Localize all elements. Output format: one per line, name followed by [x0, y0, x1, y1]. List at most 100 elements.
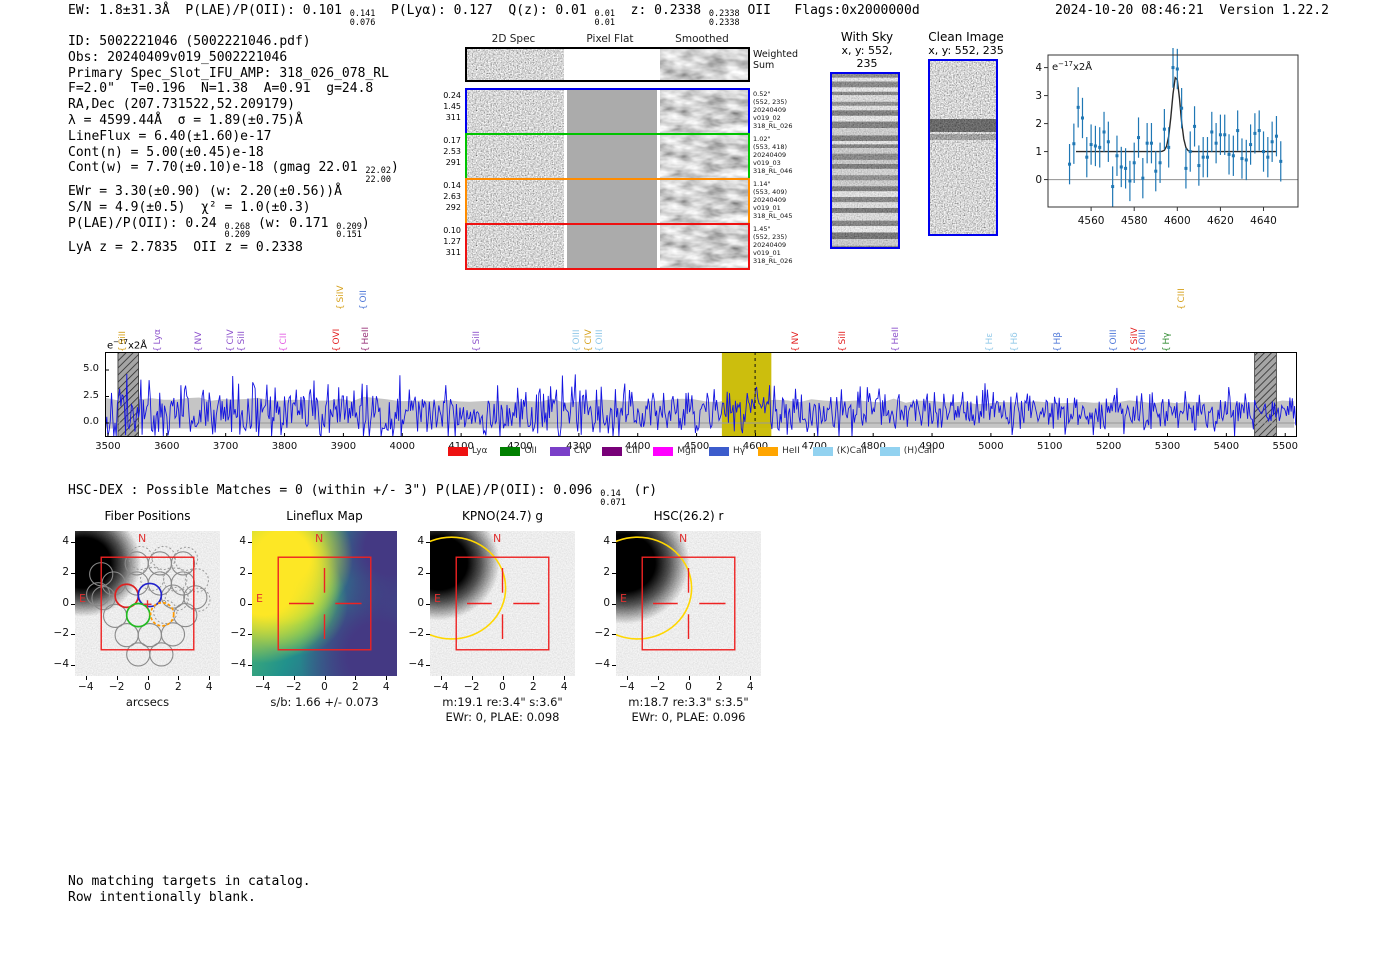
x-tick-label: 3700	[212, 441, 239, 452]
cutout-x-tick: 4	[382, 681, 390, 693]
cutout-y-tick: −2	[53, 627, 69, 640]
noise-image	[467, 135, 564, 178]
legend-swatch	[758, 446, 779, 456]
compass-east: E	[434, 592, 441, 605]
legend-item: (H)CaII	[879, 446, 935, 456]
text-segment: P(LAE)/P(OII): 0.24	[68, 215, 225, 231]
emission-line-label: { OIII	[571, 329, 582, 352]
compass-north: N	[493, 532, 502, 545]
cutout-x-tick: −2	[108, 681, 125, 693]
info-line: Cont(n) = 5.00(±0.45)e-18	[68, 145, 399, 161]
text-segment: (w: 0.171	[250, 215, 337, 231]
cutout-y-tick: −4	[53, 658, 69, 671]
svg-text:3: 3	[1036, 90, 1042, 102]
compass-east: E	[256, 592, 263, 605]
cutout-x-tick: −2	[463, 681, 480, 693]
emission-line-label: { SiII	[118, 330, 129, 352]
footer-line-1: No matching targets in catalog.	[68, 874, 311, 889]
noise-image	[660, 49, 748, 80]
super-sub-values: 22.02 22.00	[365, 166, 392, 185]
x-tick-mark	[471, 676, 473, 680]
super-sub-values: 0.2338 0.2338	[708, 9, 740, 28]
text-segment: F=2.0" T=0.196 N=1.38 A=0.91 g=24.8	[68, 81, 374, 97]
legend-swatch	[879, 446, 900, 456]
cutout-y-tick: −2	[594, 627, 610, 640]
emission-line-label: { NV	[193, 331, 204, 352]
text-segment: LineFlux = 6.40(±1.60)e-17	[68, 128, 272, 144]
compass-north: N	[679, 532, 688, 545]
x-tick-mark	[355, 676, 357, 680]
line-zoom-chart: 4560 4580 4600 4620 4640 0 1 2 3 4 e−17x2Å	[1036, 48, 1299, 227]
svg-text:4600: 4600	[1164, 215, 1191, 227]
spec2d-row	[465, 88, 750, 135]
spec2d-grid: 2D Spec Pixel Flat Smoothed Weighted Sum 0.2…	[443, 33, 815, 273]
legend-label: (K)CaII	[836, 446, 867, 456]
emission-line-label: { OIII	[1108, 329, 1119, 352]
spec2d-cell	[567, 135, 657, 178]
x-tick-mark	[502, 676, 504, 680]
x-tick-mark	[209, 676, 211, 680]
x-tick-mark	[85, 676, 87, 680]
dark-band	[930, 119, 996, 132]
svg-text:1: 1	[1036, 146, 1042, 158]
cutout-image-hsc: NE	[616, 531, 761, 676]
spec2d-col-header: Pixel Flat	[586, 33, 634, 45]
compass-east: E	[620, 592, 627, 605]
axis-units-part: x2Å	[127, 340, 148, 352]
cutout-y-tick: 2	[62, 565, 69, 578]
clean-image-title: Clean Image	[928, 30, 1004, 44]
legend-swatch	[812, 446, 833, 456]
cutout-y-tick: −4	[408, 658, 424, 671]
noise-image	[660, 90, 748, 133]
emission-line-label: { SiII	[236, 330, 247, 352]
noise-image	[467, 180, 564, 223]
spec2d-row	[465, 178, 750, 225]
legend-swatch	[448, 446, 468, 456]
x-tick-mark	[324, 676, 326, 680]
cutout-y-tick: −4	[230, 658, 246, 671]
x-tick-label: 5300	[1154, 441, 1181, 452]
noise-image	[930, 61, 996, 234]
noise-image	[467, 49, 564, 80]
text-segment: Cont(n) = 5.00(±0.45)e-18	[68, 144, 264, 160]
cutout-x-tick: 4	[560, 681, 568, 693]
emission-line-label: { SiIV	[336, 285, 347, 310]
clean-image-coords: x, y: 552, 235	[928, 44, 1004, 57]
spec2d-row-right-labels: 1.02" (553, 418) 20240409 v019_03 318_RL…	[753, 135, 793, 175]
x-tick-mark	[293, 676, 295, 680]
emission-line-label: { CIII	[1176, 288, 1187, 310]
spec2d-cell	[660, 225, 748, 268]
info-line: P(LAE)/P(OII): 0.24 0.268 0.209 (w: 0.171…	[68, 216, 399, 240]
cutout-title-lineflux: Lineflux Map	[286, 509, 363, 523]
text-segment: HSC-DEX : Possible Matches = 0 (within +…	[68, 483, 601, 498]
x-tick-label: 5100	[1037, 441, 1063, 452]
x-tick-label: 3800	[271, 441, 298, 452]
info-line: S/N = 4.9(±0.5) χ² = 1.0(±0.3)	[68, 200, 399, 216]
cutout-overlay-lineflux	[277, 556, 372, 651]
cutout-y-tick: −2	[408, 627, 424, 640]
spec2d-cell	[567, 180, 657, 223]
text-segment: LyA z = 2.7835 OII z = 0.2338	[68, 239, 303, 255]
text-segment: λ = 4599.44Å σ = 1.89(±0.75)Å	[68, 112, 303, 128]
info-line: Cont(w) = 7.70(±0.10)e-18 (gmag 22.01 22…	[68, 160, 399, 184]
emission-line-label: { HeII	[890, 326, 901, 352]
spec2d-cell	[467, 49, 564, 80]
emission-line-label: { CIV	[583, 329, 594, 352]
x-tick-mark	[750, 676, 752, 680]
spec2d-cell	[660, 135, 748, 178]
svg-text:4580: 4580	[1121, 215, 1148, 227]
spec2d-row-left-labels: 0.14 2.63 292	[443, 181, 461, 212]
x-tick-label: 5000	[978, 441, 1004, 452]
super-sub-values: 0.268 0.209	[224, 221, 251, 241]
svg-text:4640: 4640	[1250, 215, 1277, 227]
cutout-overlay-hsc	[616, 536, 736, 651]
legend-item: HeII	[758, 446, 800, 456]
noise-image	[467, 225, 564, 268]
compass-north: N	[315, 532, 324, 545]
x-tick-mark	[533, 676, 535, 680]
cutout-x-tick: 0	[144, 681, 151, 693]
svg-text:2: 2	[1036, 118, 1042, 130]
spectrum-plot	[105, 352, 1297, 437]
info-line: F=2.0" T=0.196 N=1.38 A=0.91 g=24.8	[68, 81, 399, 97]
cutout-caption: m:19.1 re:3.4" s:3.6"	[442, 695, 563, 709]
